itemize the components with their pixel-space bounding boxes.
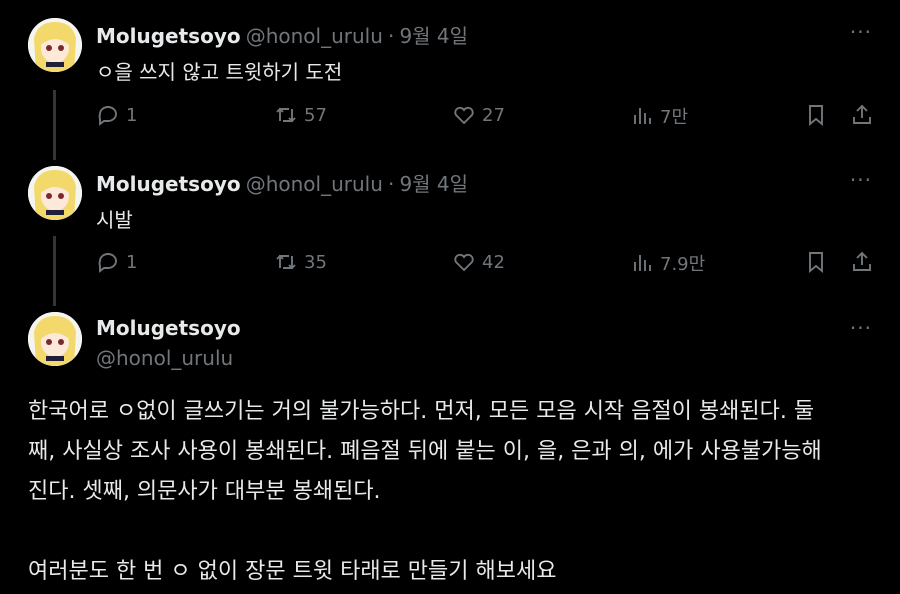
user-handle[interactable]: @honol_urulu [246, 24, 383, 48]
tweet-text-line: 한국어로 ㅇ없이 글쓰기는 거의 불가능하다. 먼저, 모든 모음 시작 음절이… [28, 399, 815, 424]
avatar[interactable] [28, 166, 82, 220]
reply-count: 1 [126, 104, 138, 126]
avatar-image [28, 166, 82, 220]
like-count: 42 [482, 251, 505, 273]
display-name[interactable]: Molugetsoyo [96, 316, 241, 340]
tweet-text: ㅇ을 쓰지 않고 트윗하기 도전 [96, 60, 343, 84]
avatar[interactable] [28, 18, 82, 72]
retweet-button[interactable]: 57 [274, 103, 327, 127]
separator-dot: · [387, 172, 395, 196]
tweet-text-line: 여러분도 한 번 ㅇ 없이 장문 트윗 타래로 만들기 해보세요 [28, 559, 557, 584]
avatar[interactable] [28, 312, 82, 366]
views-icon [634, 108, 651, 124]
main-tweet: Molugetsoyo @honol_urulu ··· 한국어로 ㅇ없이 글쓰… [0, 300, 900, 594]
retweet-count: 57 [304, 104, 327, 126]
heart-icon [454, 106, 474, 125]
reply-icon [98, 106, 117, 126]
avatar-image [28, 18, 82, 72]
retweet-count: 35 [304, 251, 327, 273]
share-icon [853, 104, 871, 124]
bookmark-button[interactable] [804, 250, 828, 274]
heart-icon [454, 253, 474, 272]
display-name[interactable]: Molugetsoyo [96, 172, 241, 196]
like-count: 27 [482, 104, 505, 126]
share-button[interactable] [850, 103, 874, 127]
tweet-text-line: 진다. 셋째, 의문사가 대부분 봉쇄된다. [28, 479, 381, 504]
views-button[interactable]: 7.9만 [630, 250, 705, 276]
like-button[interactable]: 27 [452, 103, 505, 127]
retweet-icon [276, 254, 296, 270]
tweet-text-line: 째, 사실상 조사 사용이 봉쇄된다. 폐음절 뒤에 붙는 이, 을, 은과 의… [28, 439, 822, 464]
avatar-image [28, 312, 82, 366]
separator-dot: · [387, 24, 395, 48]
user-handle[interactable]: @honol_urulu [96, 346, 233, 370]
retweet-button[interactable]: 35 [274, 250, 327, 274]
retweet-icon [276, 107, 296, 123]
reply-count: 1 [126, 251, 138, 273]
bookmark-button[interactable] [804, 103, 828, 127]
view-count: 7만 [660, 107, 689, 128]
tweet-2[interactable]: Molugetsoyo @honol_urulu · 9월 4일 ··· 시발 … [0, 150, 900, 300]
display-name[interactable]: Molugetsoyo [96, 24, 241, 48]
more-options-icon[interactable]: ··· [850, 316, 872, 340]
view-count: 7.9만 [660, 254, 706, 275]
tweet-1[interactable]: Molugetsoyo @honol_urulu · 9월 4일 ··· ㅇ을 … [0, 0, 900, 150]
share-button[interactable] [850, 250, 874, 274]
tweet-text: 시발 [96, 208, 133, 232]
share-icon [853, 251, 871, 271]
reply-icon [98, 253, 117, 273]
more-options-icon[interactable]: ··· [850, 20, 872, 44]
reply-button[interactable]: 1 [96, 103, 137, 127]
bookmark-icon [809, 252, 823, 274]
user-handle[interactable]: @honol_urulu [246, 172, 383, 196]
bookmark-icon [809, 105, 823, 127]
reply-button[interactable]: 1 [96, 250, 137, 274]
views-icon [634, 255, 651, 271]
more-options-icon[interactable]: ··· [850, 168, 872, 192]
tweet-date[interactable]: 9월 4일 [399, 172, 468, 196]
views-button[interactable]: 7만 [630, 103, 688, 129]
tweet-date[interactable]: 9월 4일 [399, 24, 468, 48]
like-button[interactable]: 42 [452, 250, 505, 274]
